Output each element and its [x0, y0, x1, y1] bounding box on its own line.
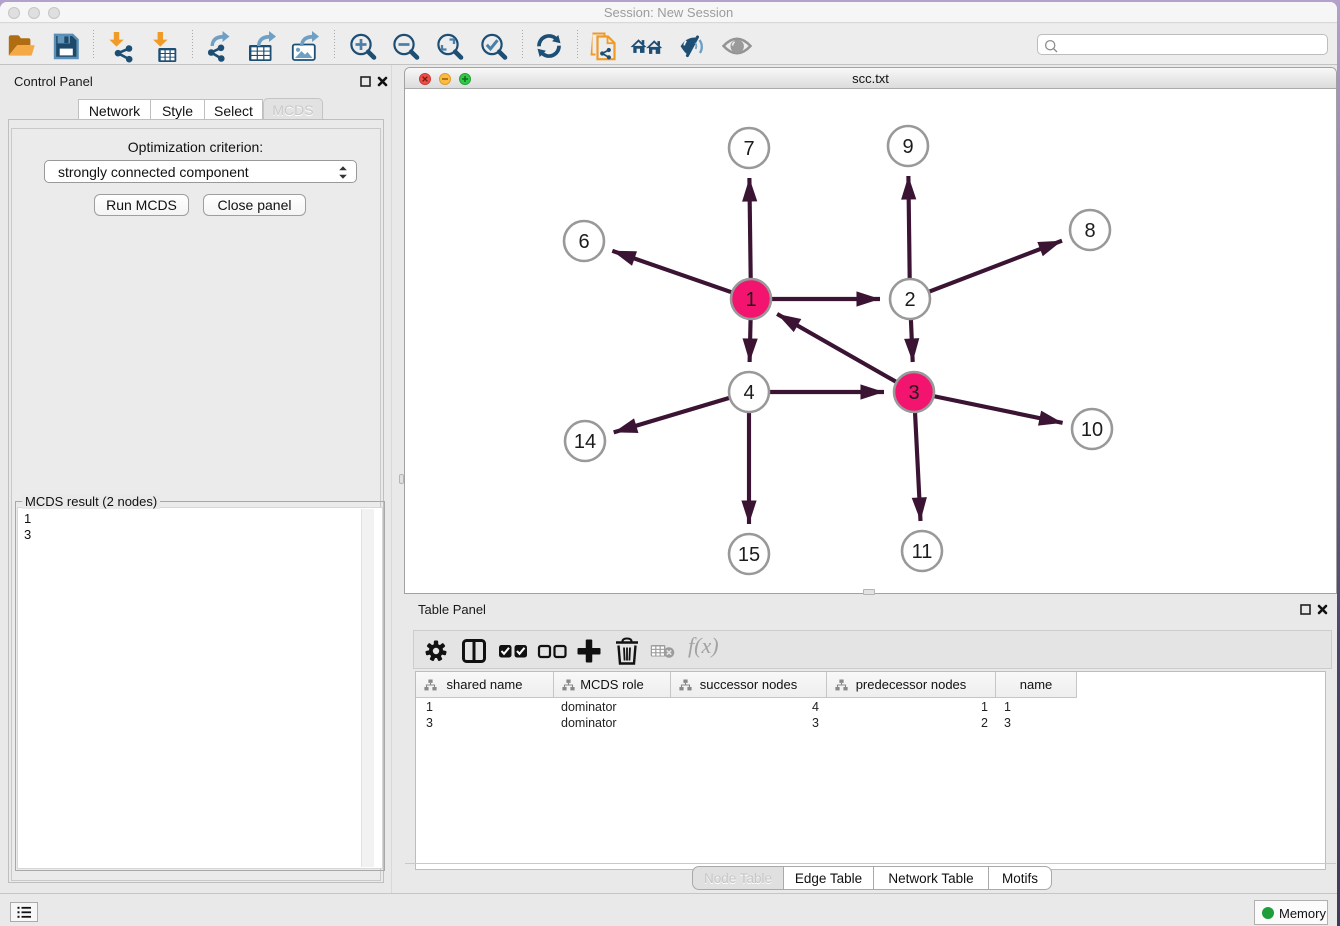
- svg-text:10: 10: [1081, 419, 1103, 441]
- svg-text:1: 1: [745, 289, 756, 311]
- svg-text:2: 2: [904, 289, 915, 311]
- svg-text:14: 14: [574, 431, 596, 453]
- svg-text:4: 4: [743, 382, 754, 404]
- svg-text:11: 11: [912, 541, 933, 563]
- svg-text:7: 7: [743, 138, 754, 160]
- svg-text:8: 8: [1084, 220, 1095, 242]
- svg-text:3: 3: [908, 382, 919, 404]
- svg-text:15: 15: [738, 544, 760, 566]
- svg-text:6: 6: [578, 231, 589, 253]
- svg-text:9: 9: [902, 136, 913, 158]
